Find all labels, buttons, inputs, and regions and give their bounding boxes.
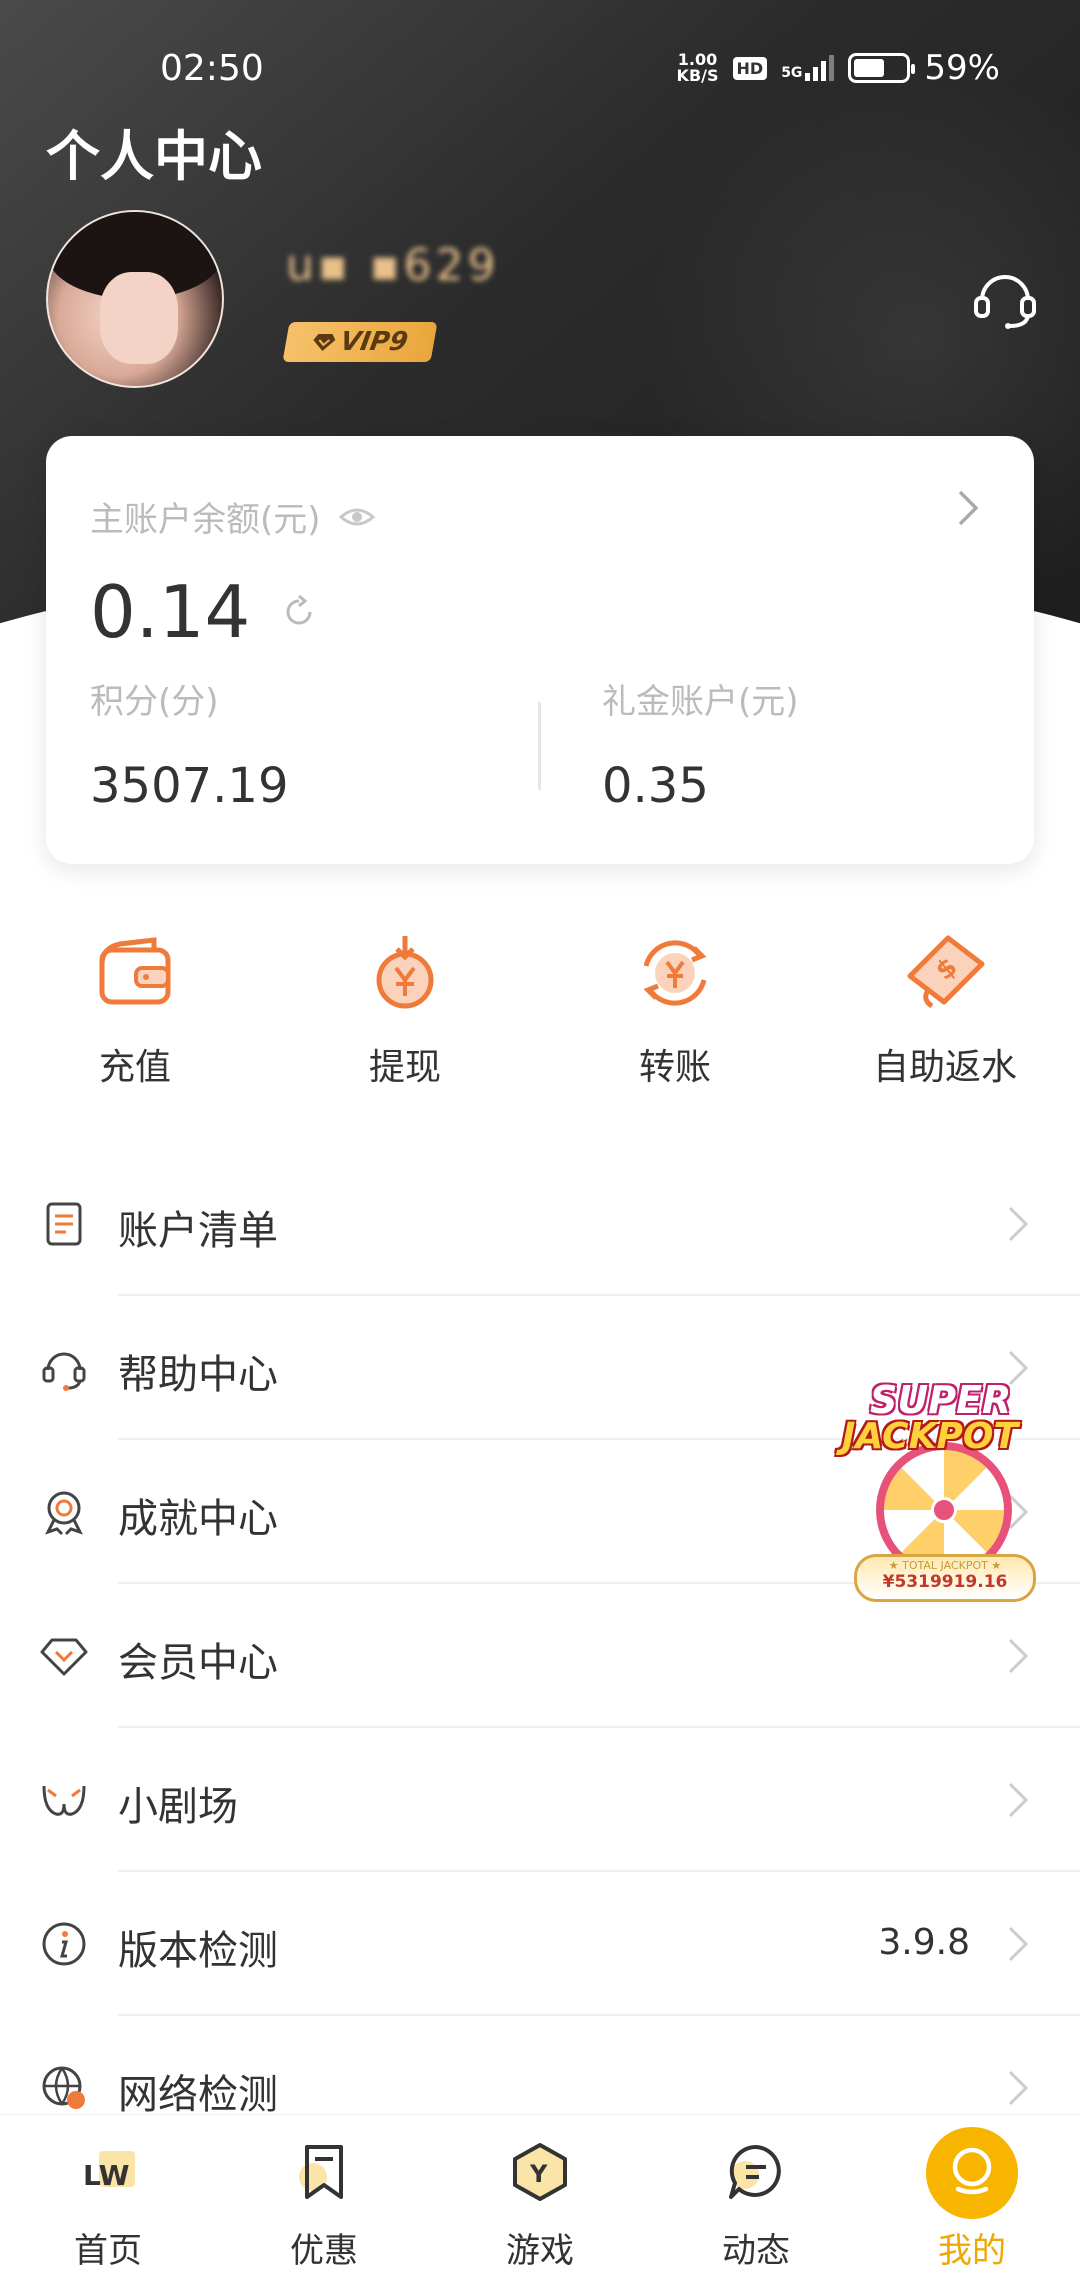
balance-detail-chevron[interactable] [948,488,988,528]
main-balance-row: 0.14 [90,570,318,654]
tab-games[interactable]: Y 游戏 [432,2115,648,2281]
chevron-right-icon [1008,1782,1029,1818]
network-type-label: 5G [781,65,803,81]
action-rebate[interactable]: $ 自助返水 [810,930,1080,1090]
tab-promotions[interactable]: 优惠 [216,2115,432,2281]
network-speed-unit: KB/S [676,66,719,85]
network-speed: 1.00 KB/S [677,52,719,84]
headset-icon [974,275,1036,329]
svg-text:Y: Y [529,2160,548,2188]
theater-icon [42,1785,86,1816]
action-withdraw[interactable]: 提现 [270,930,540,1090]
battery-icon [848,53,916,83]
diamond-icon [312,334,335,351]
chat-bubble-icon [729,2144,781,2199]
tab-activity[interactable]: 动态 [648,2115,864,2281]
avatar[interactable] [46,210,224,388]
jackpot-caption: ★ TOTAL JACKPOT ★ [888,1559,1002,1572]
menu-item-label: 网络检测 [118,2072,278,2118]
menu-item-label: 版本检测 [118,1928,278,1974]
statement-icon [46,1202,82,1246]
eye-icon[interactable] [338,505,375,529]
tab-activity-label: 动态 [722,2231,790,2271]
menu-item-version-check[interactable]: 版本检测 3.9.8 [0,1872,1080,2016]
refresh-icon[interactable] [280,593,318,631]
page-title: 个人中心 [46,125,262,188]
menu-item-account-statement[interactable]: 账户清单 [0,1152,1080,1296]
balance-card: 主账户余额(元) 0.14 积分(分) 3507.19 礼金账户(元) 0.35 [46,436,1034,864]
jackpot-title-jackpot: JACKPOT [842,1416,1019,1457]
menu-item-label: 成就中心 [118,1496,278,1542]
points-value: 3507.19 [90,758,289,814]
signal-icon: 5G [781,55,835,81]
rebate-icon: $ [907,935,985,1009]
jackpot-amount-plate: ★ TOTAL JACKPOT ★ ¥5319919.16 [854,1554,1036,1602]
svg-text:LW: LW [83,2159,130,2192]
action-rebate-label: 自助返水 [872,1047,1017,1088]
tab-promotions-label: 优惠 [290,2231,358,2271]
gift-account-label: 礼金账户(元) [602,682,799,722]
tab-profile-label: 我的 [938,2231,1006,2271]
profile-icon [952,2147,992,2195]
tab-games-label: 游戏 [506,2231,574,2271]
menu-item-label: 帮助中心 [118,1352,278,1398]
main-balance-label-row: 主账户余额(元) [90,492,375,541]
menu-item-label: 小剧场 [118,1784,238,1830]
wallet-icon [99,937,171,1005]
version-value: 3.9.8 [878,1922,970,1963]
username: u▪ ▪629 [286,240,500,291]
vip-badge[interactable]: VIP9 [282,322,438,362]
settings-menu: 账户清单 帮助中心 成就中心 会员中心 小剧场 版本检测 3.9.8 网络检测 [0,1152,1080,2160]
chevron-right-icon [1008,2070,1029,2106]
main-balance-label: 主账户余额(元) [90,500,321,540]
status-bar: 02:50 1.00 KB/S HD 5G 59% [0,40,1080,110]
customer-service-button[interactable] [970,262,1040,332]
super-jackpot-widget[interactable]: SUPER JACKPOT ★ TOTAL JACKPOT ★ ¥5319919… [842,1376,1042,1606]
chevron-right-icon [1008,1638,1029,1674]
jackpot-amount: ¥5319919.16 [882,1572,1008,1592]
chevron-right-icon [1008,1926,1029,1962]
gift-account-value: 0.35 [602,758,709,814]
action-transfer-label: 转账 [638,1047,711,1088]
transfer-icon [643,940,707,1006]
games-icon: Y [513,2143,567,2201]
action-recharge[interactable]: 充值 [0,930,270,1090]
action-withdraw-label: 提现 [368,1047,441,1088]
diamond-icon [40,1638,88,1676]
battery-percent: 59% [924,48,1000,88]
bookmark-icon [299,2145,343,2199]
bottom-tab-bar: LW 首页 优惠 Y 游戏 动态 我的 [0,2114,1080,2281]
tab-home[interactable]: LW 首页 [0,2115,216,2281]
headset-icon [42,1352,86,1391]
menu-item-label: 账户清单 [118,1208,278,1254]
menu-item-label: 会员中心 [118,1640,278,1686]
card-divider [538,702,541,790]
withdraw-icon [376,936,434,1009]
action-recharge-label: 充值 [98,1047,171,1088]
hd-icon: HD [732,56,768,80]
action-transfer[interactable]: 转账 [540,930,810,1090]
globe-icon [42,2066,85,2109]
chevron-right-icon [958,490,979,526]
vip-label: VIP9 [337,327,411,357]
status-time: 02:50 [160,48,264,89]
home-logo-icon: LW [83,2151,135,2192]
points-label: 积分(分) [90,682,219,722]
quick-actions: 充值 提现 转账 $ 自助返水 [0,930,1080,1090]
info-icon [42,1922,86,1966]
medal-icon [45,1491,83,1536]
tab-profile[interactable]: 我的 [864,2115,1080,2281]
tab-home-label: 首页 [74,2231,142,2271]
main-balance-amount: 0.14 [90,570,251,654]
menu-item-theater[interactable]: 小剧场 [0,1728,1080,1872]
chevron-right-icon [1008,1206,1029,1242]
